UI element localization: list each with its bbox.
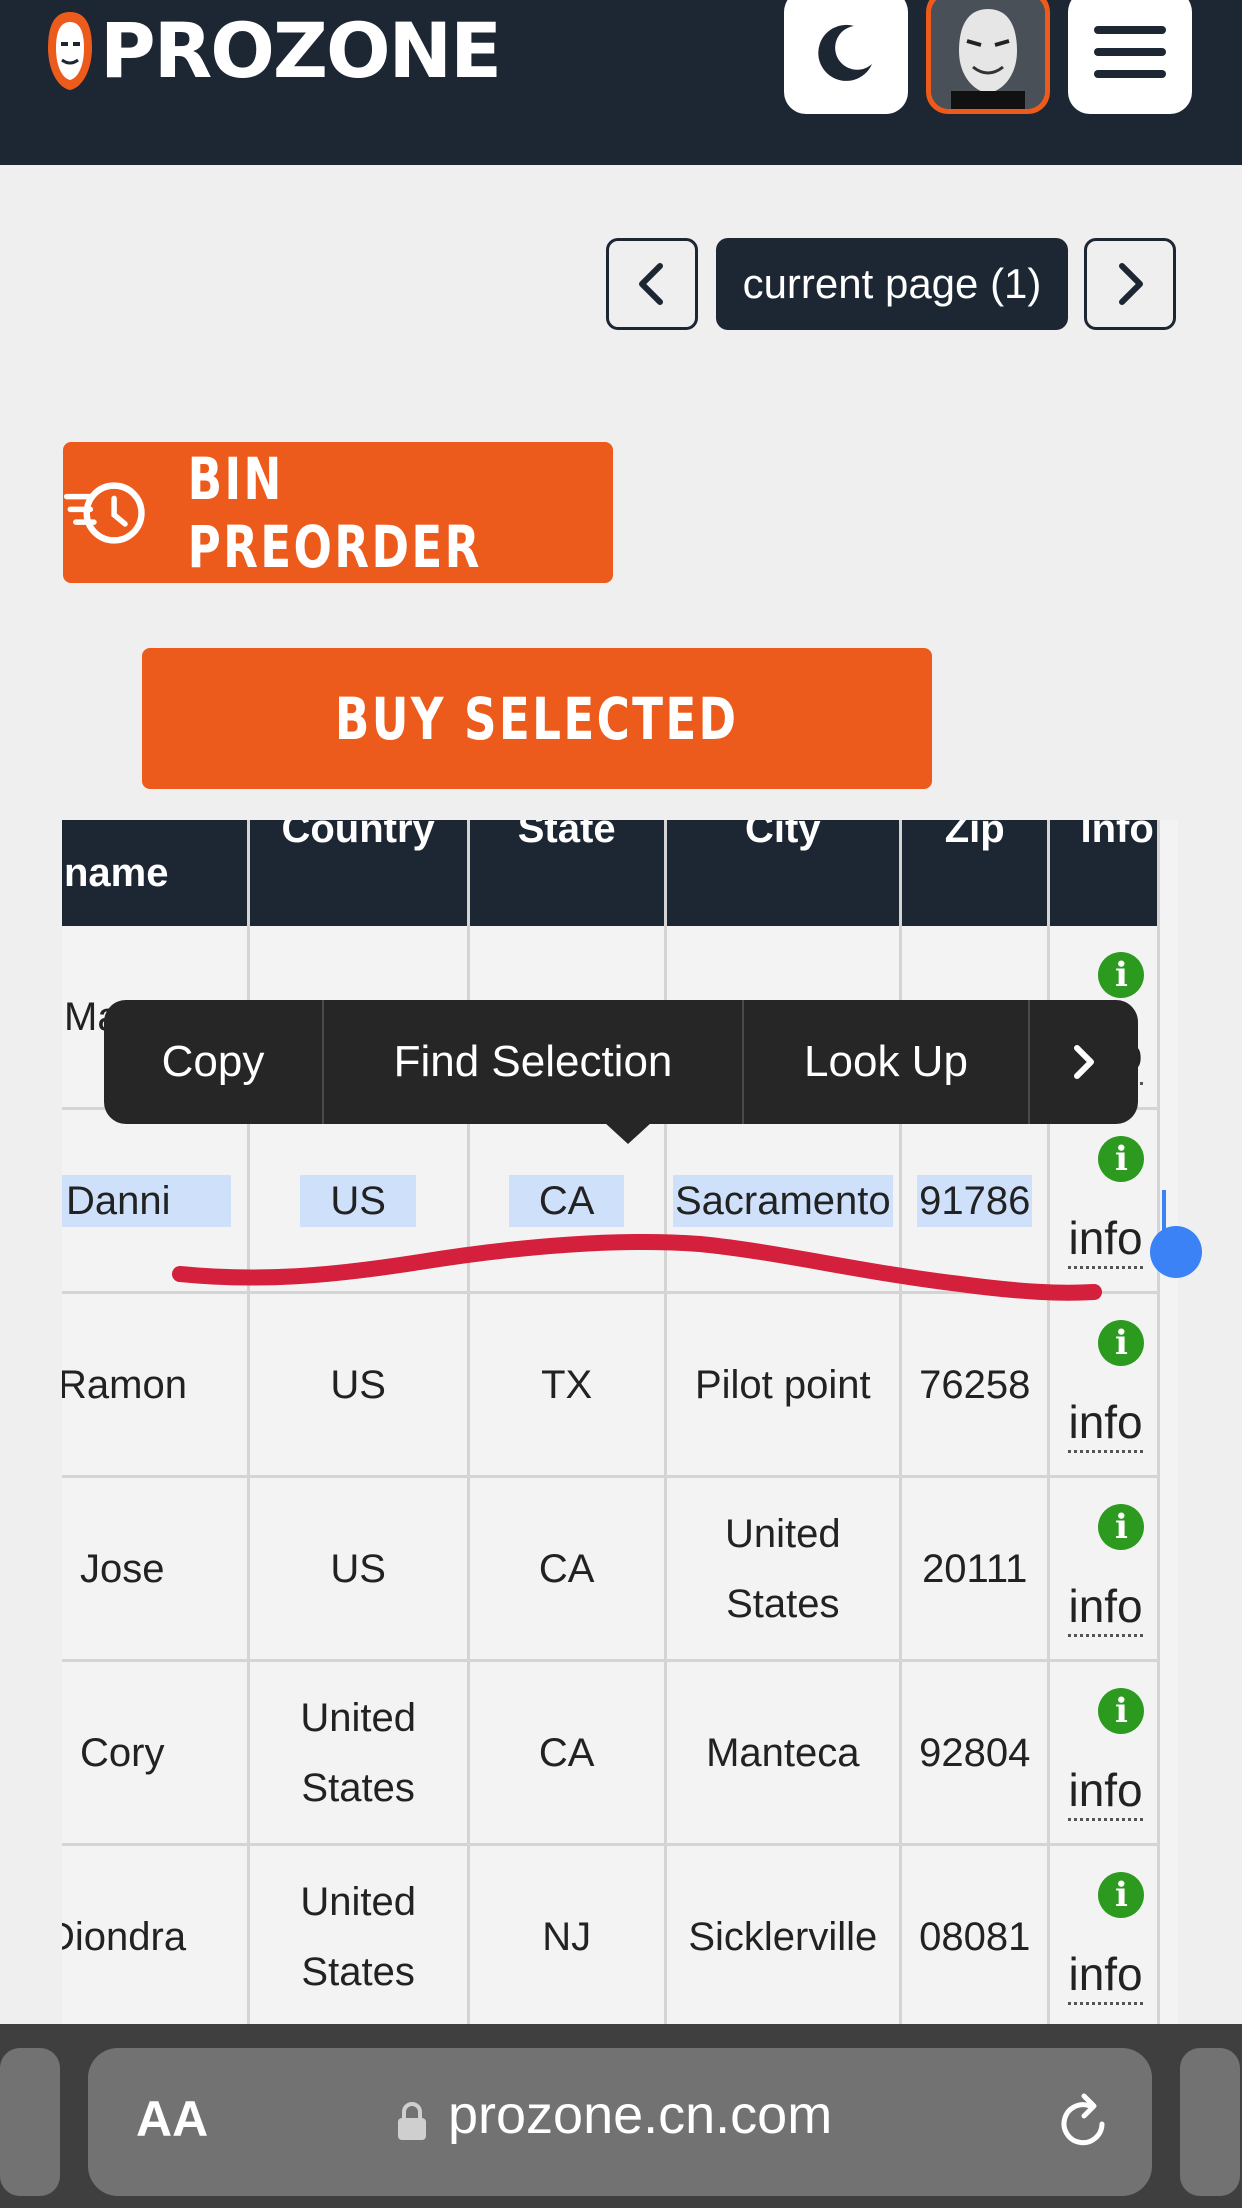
context-menu-pointer — [604, 1122, 652, 1144]
chevron-right-icon — [1074, 1045, 1094, 1079]
context-look-up[interactable]: Look Up — [744, 1000, 1030, 1124]
next-tab-edge[interactable] — [1180, 2048, 1240, 2196]
context-copy[interactable]: Copy — [104, 1000, 324, 1124]
lock-icon — [398, 2102, 426, 2140]
context-find-selection[interactable]: Find Selection — [324, 1000, 744, 1124]
reload-icon[interactable] — [1056, 2090, 1112, 2150]
url-text[interactable]: prozone.cn.com — [448, 2084, 832, 2146]
text-context-menu: Copy Find Selection Look Up — [104, 1000, 1138, 1124]
previous-tab-edge[interactable] — [0, 2048, 60, 2196]
context-more-button[interactable] — [1030, 1000, 1138, 1124]
text-size-button[interactable]: AA — [136, 2090, 208, 2148]
